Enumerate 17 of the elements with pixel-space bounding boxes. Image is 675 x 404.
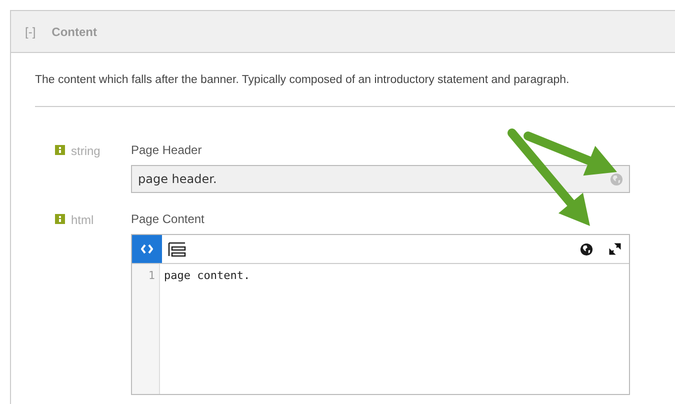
code-line: page content. — [164, 268, 250, 284]
text-field[interactable]: page header. — [131, 165, 630, 194]
section-header[interactable]: [-] Content — [11, 11, 675, 53]
line-number: 1 — [148, 268, 155, 284]
info-icon — [55, 145, 65, 156]
section-description: The content which falls after the banner. Typically composed of an introductory statement and paragraph. — [35, 73, 570, 88]
expand-icon[interactable] — [609, 243, 621, 256]
globe-icon[interactable] — [580, 242, 593, 256]
collapse-toggle[interactable]: [-] — [25, 22, 36, 40]
info-icon — [55, 214, 65, 224]
code-icon — [141, 244, 153, 254]
tree-icon — [168, 242, 186, 257]
field-label: Page Header — [131, 142, 203, 160]
field-type: string — [71, 143, 100, 160]
field-label: Page Content — [131, 211, 206, 228]
section-title: Content — [52, 24, 97, 40]
field-type: html — [71, 212, 94, 230]
